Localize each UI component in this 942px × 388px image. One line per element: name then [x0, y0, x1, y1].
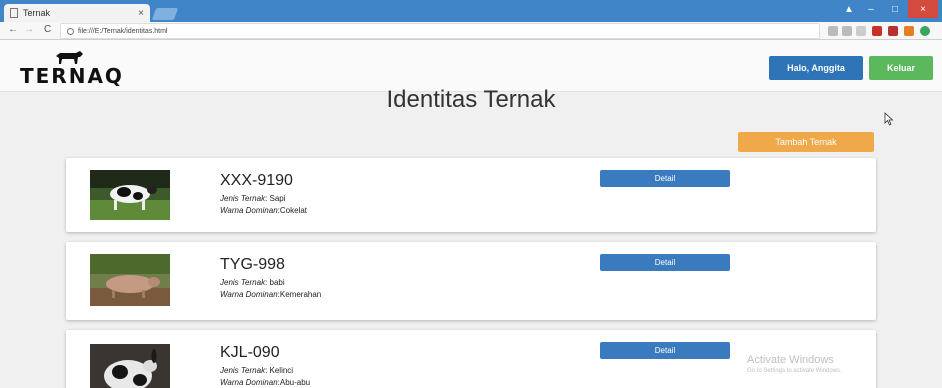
extension-icon[interactable] [872, 26, 882, 36]
download-icon[interactable]: ▲ [838, 0, 860, 18]
url-input[interactable]: file:///E:/Ternak/identitas.html [60, 23, 820, 39]
address-bar: ← → C file:///E:/Ternak/identitas.html [0, 22, 942, 40]
greet-user-button[interactable]: Halo, Anggita [769, 56, 863, 80]
type-value: : Kelinci [265, 366, 294, 375]
star-icon[interactable] [856, 26, 866, 36]
browser-tab[interactable]: Ternak × [4, 4, 150, 22]
livestock-id: TYG-998 [220, 256, 285, 273]
type-value: : Sapi [265, 194, 286, 203]
back-icon[interactable]: ← [8, 24, 18, 35]
logout-button[interactable]: Keluar [869, 56, 933, 80]
detail-button[interactable]: Detail [600, 170, 730, 187]
livestock-color: Warna Dominan:Kemerahan [220, 290, 321, 299]
livestock-card: TYG-998 Jenis Ternak: babi Warna Dominan… [66, 242, 876, 320]
browser-tab-bar: Ternak × ▲ – □ × [0, 0, 942, 22]
livestock-color: Warna Dominan:Abu-abu [220, 378, 310, 387]
detail-button[interactable]: Detail [600, 254, 730, 271]
activation-watermark: Activate Windows Go to Settings to activ… [747, 354, 842, 374]
color-label: Warna Dominan [220, 206, 278, 215]
livestock-id: XXX-9190 [220, 172, 293, 189]
close-window-button[interactable]: × [908, 0, 938, 18]
type-label: Jenis Ternak [220, 278, 266, 287]
type-label: Jenis Ternak [220, 366, 266, 375]
minimize-button[interactable]: – [860, 0, 882, 18]
livestock-type: Jenis Ternak: babi [220, 278, 285, 287]
color-label: Warna Dominan [220, 290, 278, 299]
info-icon[interactable] [67, 27, 74, 35]
watermark-title: Activate Windows [747, 354, 834, 366]
page-title: Identitas Ternak [386, 86, 556, 113]
add-livestock-button[interactable]: Tambah Ternak [738, 132, 874, 152]
rabbit-photo [90, 344, 170, 388]
color-value: :Cokelat [277, 206, 308, 215]
url-text: file:///E:/Ternak/identitas.html [78, 27, 168, 35]
color-value: :Abu-abu [277, 378, 311, 387]
mouse-cursor-icon [884, 112, 894, 126]
color-value: :Kemerahan [277, 290, 322, 299]
extension-icon[interactable] [904, 26, 914, 36]
watermark-subtitle: Go to Settings to activate Windows. [747, 368, 842, 374]
logo-text: TERNAQ [20, 64, 124, 88]
reload-icon[interactable]: C [44, 24, 51, 35]
forward-icon[interactable]: → [24, 24, 34, 35]
logo[interactable]: TERNAQ [20, 48, 122, 88]
type-label: Jenis Ternak [220, 194, 266, 203]
livestock-card: XXX-9190 Jenis Ternak: Sapi Warna Domina… [66, 158, 876, 232]
page-icon [10, 8, 18, 18]
type-value: : babi [265, 278, 285, 287]
cow-photo [90, 170, 170, 220]
livestock-color: Warna Dominan:Cokelat [220, 206, 307, 215]
detail-button[interactable]: Detail [600, 342, 730, 359]
livestock-type: Jenis Ternak: Sapi [220, 194, 286, 203]
navbar: TERNAQ Halo, Anggita Keluar [0, 40, 942, 92]
maximize-button[interactable]: □ [884, 0, 906, 18]
search-icon[interactable] [828, 26, 838, 36]
translate-icon[interactable] [842, 26, 852, 36]
tab-close-icon[interactable]: × [138, 8, 144, 19]
extension-icon[interactable] [920, 26, 930, 36]
color-label: Warna Dominan [220, 378, 278, 387]
extension-icon[interactable] [888, 26, 898, 36]
livestock-id: KJL-090 [220, 344, 280, 361]
livestock-type: Jenis Ternak: Kelinci [220, 366, 293, 375]
tab-title: Ternak [23, 8, 51, 18]
new-tab-button[interactable] [151, 8, 179, 20]
pig-photo [90, 254, 170, 306]
